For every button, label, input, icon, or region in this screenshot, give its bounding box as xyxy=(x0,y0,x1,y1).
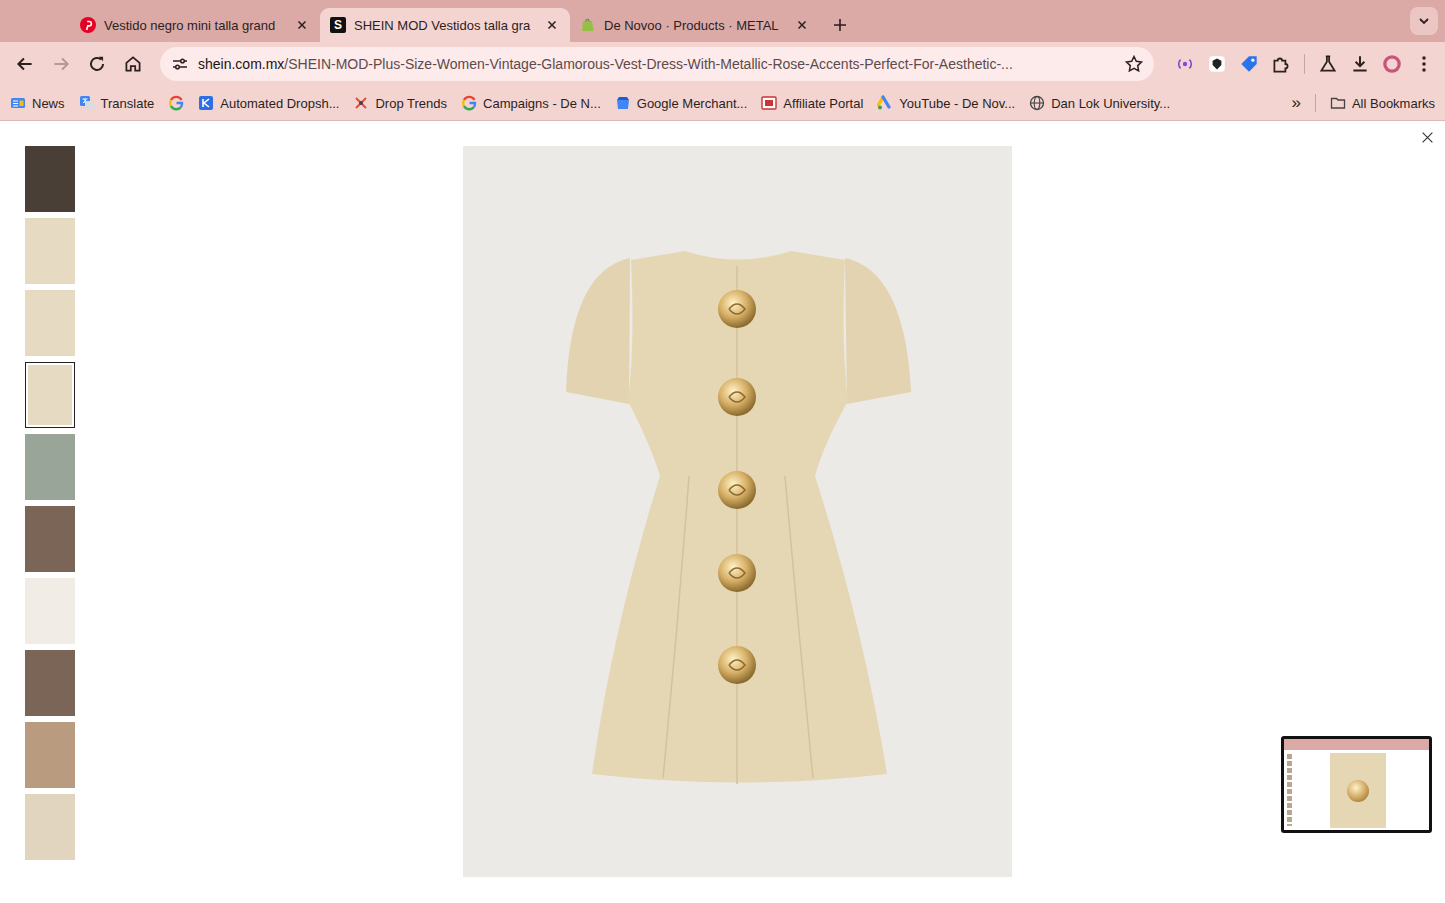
bookmark-item[interactable]: Automated Dropsh... xyxy=(198,95,339,111)
bookmark-label: Campaigns - De N... xyxy=(483,96,601,111)
broadcast-icon[interactable] xyxy=(1170,49,1200,79)
puzzle-icon[interactable] xyxy=(1266,49,1296,79)
tab-strip: Vestido negro mini talla grand S SHEIN M… xyxy=(0,0,1445,42)
drop-trends-icon xyxy=(353,95,369,111)
bookmark-item[interactable]: Dan Lok University... xyxy=(1029,95,1170,111)
flask-icon[interactable] xyxy=(1313,49,1343,79)
download-icon[interactable] xyxy=(1345,49,1375,79)
bookmarks-overflow[interactable]: » xyxy=(1291,93,1300,113)
chevron-down-icon xyxy=(1416,13,1432,29)
thumbnail[interactable] xyxy=(25,146,75,212)
merchant-icon xyxy=(615,95,631,111)
menu-dots-icon[interactable] xyxy=(1409,49,1439,79)
thumbnail[interactable] xyxy=(25,650,75,716)
url-text[interactable]: shein.com.mx/SHEIN-MOD-Plus-Size-Women-V… xyxy=(198,56,1116,72)
picture-in-picture-preview[interactable] xyxy=(1281,736,1432,833)
google-icon xyxy=(168,95,184,111)
bookmark-label: News xyxy=(32,96,65,111)
home-icon[interactable] xyxy=(118,49,148,79)
bookmark-label: Drop Trends xyxy=(375,96,447,111)
bookmark-label: Translate xyxy=(101,96,155,111)
tab-label: De Novoo · Products · METAL xyxy=(604,18,786,33)
tag-extension-icon[interactable] xyxy=(1234,49,1264,79)
bookmark-label: Affiliate Portal xyxy=(783,96,863,111)
browser-window: Vestido negro mini talla grand S SHEIN M… xyxy=(0,0,1445,903)
affiliate-portal-icon xyxy=(761,95,777,111)
dress-image xyxy=(463,146,1012,877)
bookmark-item[interactable]: Google Merchant... xyxy=(615,95,748,111)
close-icon[interactable] xyxy=(294,17,310,33)
google-ads-icon xyxy=(877,95,893,111)
news-icon xyxy=(10,95,26,111)
translate-icon xyxy=(79,95,95,111)
toolbar: shein.com.mx/SHEIN-MOD-Plus-Size-Women-V… xyxy=(0,42,1445,86)
bookmark-star-icon[interactable] xyxy=(1124,54,1144,74)
thumbnail[interactable] xyxy=(25,218,75,284)
bookmark-item[interactable]: Affiliate Portal xyxy=(761,95,863,111)
address-bar[interactable]: shein.com.mx/SHEIN-MOD-Plus-Size-Women-V… xyxy=(160,47,1154,81)
reload-icon[interactable] xyxy=(82,49,112,79)
bookmark-item[interactable]: YouTube - De Nov... xyxy=(877,95,1015,111)
bookmark-label: All Bookmarks xyxy=(1352,96,1435,111)
folder-icon xyxy=(1330,95,1346,111)
extensions xyxy=(1170,49,1439,79)
google-icon xyxy=(461,95,477,111)
thumbnail[interactable] xyxy=(25,578,75,644)
shopify-icon xyxy=(580,17,596,33)
bookmark-item[interactable]: Translate xyxy=(79,95,155,111)
close-icon[interactable] xyxy=(1421,131,1434,144)
tab-label: SHEIN MOD Vestidos talla gra xyxy=(354,18,536,33)
thumbnail[interactable] xyxy=(25,290,75,356)
thumbnail-list xyxy=(0,121,75,902)
thumbnail[interactable] xyxy=(25,362,75,428)
site-info-icon[interactable] xyxy=(170,54,190,74)
automation-icon xyxy=(198,95,214,111)
thumbnail[interactable] xyxy=(25,794,75,860)
profile-avatar-icon[interactable] xyxy=(1377,49,1407,79)
all-bookmarks[interactable]: All Bookmarks xyxy=(1330,95,1435,111)
close-icon[interactable] xyxy=(794,17,810,33)
bookmark-item[interactable] xyxy=(168,95,184,111)
browser-tab[interactable]: De Novoo · Products · METAL xyxy=(570,8,820,42)
bookmark-item[interactable]: Campaigns - De N... xyxy=(461,95,601,111)
plus-icon[interactable] xyxy=(832,17,848,33)
bookmarks-bar: News Translate Automated Dropsh... Drop … xyxy=(0,86,1445,121)
bookmark-label: Google Merchant... xyxy=(637,96,748,111)
back-arrow-icon[interactable] xyxy=(10,49,40,79)
shein-icon: S xyxy=(330,17,346,33)
thumbnail[interactable] xyxy=(25,722,75,788)
browser-tab[interactable]: S SHEIN MOD Vestidos talla gra xyxy=(320,8,570,42)
bookmark-label: Dan Lok University... xyxy=(1051,96,1170,111)
bookmark-label: YouTube - De Nov... xyxy=(899,96,1015,111)
globe-icon xyxy=(1029,95,1045,111)
tab-label: Vestido negro mini talla grand xyxy=(104,18,286,33)
forward-arrow-icon[interactable] xyxy=(46,49,76,79)
bookmark-label: Automated Dropsh... xyxy=(220,96,339,111)
thumbnail[interactable] xyxy=(25,434,75,500)
bookmark-item[interactable]: Drop Trends xyxy=(353,95,447,111)
tab-search-button[interactable] xyxy=(1410,7,1438,35)
product-image xyxy=(463,146,1012,877)
browser-tab[interactable]: Vestido negro mini talla grand xyxy=(70,8,320,42)
shield-extension-icon[interactable] xyxy=(1202,49,1232,79)
bookmark-item[interactable]: News xyxy=(10,95,65,111)
close-icon[interactable] xyxy=(544,17,560,33)
image-lightbox xyxy=(0,121,1445,902)
pinterest-icon xyxy=(80,17,96,33)
thumbnail[interactable] xyxy=(25,506,75,572)
